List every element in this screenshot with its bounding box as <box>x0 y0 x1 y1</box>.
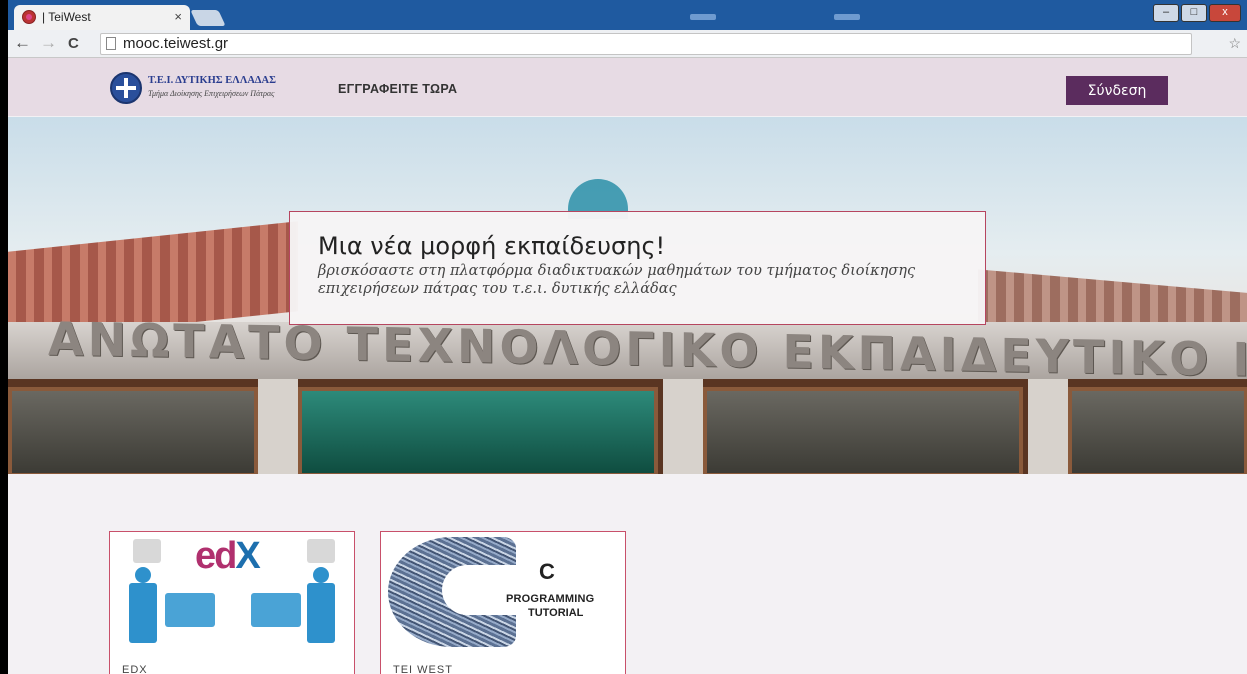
site-logo[interactable]: Τ.Ε.Ι. ΔΥΤΙΚΗΣ ΕΛΛΑΔΑΣ Τμήμα Διοίκησης Ε… <box>110 72 310 106</box>
person-icon <box>129 583 157 643</box>
course-thumbnail: C PROGRAMMING TUTORIAL <box>382 533 624 649</box>
back-arrow-icon[interactable]: ← <box>14 33 31 53</box>
puzzle-piece-icon <box>133 539 161 563</box>
window-pane <box>8 387 258 474</box>
group-icon <box>251 593 301 627</box>
new-tab-button[interactable] <box>190 10 226 26</box>
window-pane <box>703 387 1023 474</box>
register-link[interactable]: ΕΓΓΡΑΦΕΙΤΕ ΤΩΡΑ <box>338 82 457 96</box>
pillar <box>258 379 298 474</box>
tutorial-text: TUTORIAL <box>528 607 584 619</box>
window-controls: – □ x <box>1153 4 1241 22</box>
login-button[interactable]: Σύνδεση <box>1066 76 1168 105</box>
c-shape <box>442 565 516 615</box>
course-label: EDX <box>122 664 148 674</box>
puzzle-piece-icon <box>307 539 335 563</box>
pillar <box>1028 379 1068 474</box>
bookmark-star-icon[interactable]: ☆ <box>1228 35 1241 52</box>
person-icon <box>313 567 329 583</box>
person-icon <box>135 567 151 583</box>
tab-teiwest[interactable]: | TeiWest × <box>14 5 190 30</box>
tab-title: | TeiWest <box>42 10 91 24</box>
maximize-button[interactable]: □ <box>1181 4 1207 22</box>
emblem-icon <box>110 72 142 104</box>
course-thumbnail: edX <box>111 533 353 649</box>
page-icon <box>106 37 116 50</box>
strip-decoration <box>690 14 716 20</box>
edx-logo: edX <box>195 535 261 577</box>
forward-arrow-icon[interactable]: → <box>40 33 57 53</box>
hero-subtitle: βρισκόσαστε στη πλατφόρμα διαδικτυακών μ… <box>318 263 916 297</box>
pillar <box>663 379 703 474</box>
logo-line1: Τ.Ε.Ι. ΔΥΤΙΚΗΣ ΕΛΛΑΔΑΣ <box>148 75 276 86</box>
browser-toolbar: ← → C mooc.teiwest.gr ☆ <box>8 30 1247 58</box>
address-bar[interactable]: mooc.teiwest.gr <box>100 33 1192 55</box>
site-favicon-icon <box>22 10 36 24</box>
person-icon <box>307 583 335 643</box>
window-pane <box>1068 387 1247 474</box>
course-card-tei-west[interactable]: C PROGRAMMING TUTORIAL TEI WEST <box>380 531 626 674</box>
url-text: mooc.teiwest.gr <box>123 35 229 52</box>
hero-banner: ΑΝΩΤΑΤΟ ΤΕΧΝΟΛΟΓΙΚΟ ΕΚΠΑΙΔΕΥΤΙΚΟ ΙΔΡΥΜΑ … <box>8 117 1247 474</box>
tab-strip: | TeiWest × – □ x <box>8 0 1247 30</box>
site-header: Τ.Ε.Ι. ΔΥΤΙΚΗΣ ΕΛΛΑΔΑΣ Τμήμα Διοίκησης Ε… <box>8 58 1247 116</box>
browser-window: | TeiWest × – □ x ← → C mooc.teiwest.gr … <box>8 0 1247 674</box>
window-pane <box>298 387 658 474</box>
logo-line2: Τμήμα Διοίκησης Επιχειρήσεων Πάτρας <box>148 89 275 98</box>
reload-icon[interactable]: C <box>68 35 79 52</box>
course-card-edx[interactable]: edX EDX <box>109 531 355 674</box>
hero-title: Μια νέα μορφή εκπαίδευσης! <box>318 232 666 260</box>
c-letter: C <box>539 559 555 584</box>
hero-card: Μια νέα μορφή εκπαίδευσης! βρισκόσαστε σ… <box>289 211 986 325</box>
programming-text: PROGRAMMING <box>506 593 595 605</box>
window-close-button[interactable]: x <box>1209 4 1241 22</box>
group-icon <box>165 593 215 627</box>
strip-decoration <box>834 14 860 20</box>
tab-close-icon[interactable]: × <box>174 9 182 24</box>
course-label: TEI WEST <box>393 664 453 674</box>
minimize-button[interactable]: – <box>1153 4 1179 22</box>
building-windows <box>8 379 1247 474</box>
